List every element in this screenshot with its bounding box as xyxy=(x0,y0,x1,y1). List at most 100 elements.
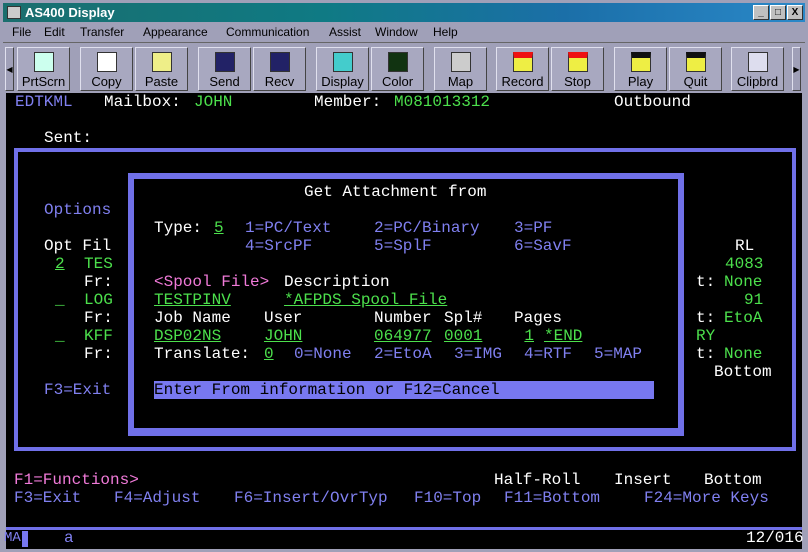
close-button[interactable]: X xyxy=(787,5,803,20)
t-label-2: t: xyxy=(696,309,716,327)
opt-input-1[interactable]: 2 xyxy=(55,255,65,273)
opt-input-3[interactable]: _ xyxy=(55,327,65,345)
dialog-title: Get Attachment from xyxy=(304,183,487,201)
stop-icon xyxy=(567,52,588,72)
member-value: M081013312 xyxy=(394,93,491,111)
color-button[interactable]: Color xyxy=(371,47,424,91)
status-mode: MA xyxy=(4,530,21,546)
prtscrn-button[interactable]: PrtScrn xyxy=(17,47,70,91)
type-option: 6=SavF xyxy=(514,237,572,255)
rl-value-3: RY xyxy=(696,327,716,345)
rl-header: RL xyxy=(735,237,755,255)
from-3: Fr: xyxy=(84,345,113,363)
description-label: Description xyxy=(284,273,390,291)
job-name-input[interactable]: DSP02NS xyxy=(154,327,254,345)
menu-transfer[interactable]: Transfer xyxy=(80,25,124,39)
menu-window[interactable]: Window xyxy=(375,25,418,39)
status-cursor xyxy=(22,531,28,547)
menu-communication[interactable]: Communication xyxy=(226,25,309,39)
description-input[interactable]: *AFPDS Spool File xyxy=(284,291,584,309)
stop-button[interactable]: Stop xyxy=(551,47,604,91)
translate-2: EtoA xyxy=(724,309,763,327)
maximize-button[interactable]: □ xyxy=(770,5,786,20)
menu-appearance[interactable]: Appearance xyxy=(143,25,208,39)
translate-option: 0=None xyxy=(294,345,352,363)
t-label-1: t: xyxy=(696,273,716,291)
from-2: Fr: xyxy=(84,309,113,327)
map-icon xyxy=(450,52,471,72)
menu-bar: File Edit Transfer Appearance Communicat… xyxy=(3,23,805,41)
play-button[interactable]: Play xyxy=(614,47,667,91)
file-2: LOG xyxy=(84,291,113,309)
display-button[interactable]: Display xyxy=(316,47,369,91)
record-icon xyxy=(512,52,533,72)
spl-input[interactable]: 0001 xyxy=(444,327,482,345)
status-input: a xyxy=(64,529,74,547)
minimize-button[interactable]: _ xyxy=(753,5,769,20)
opt-input-2[interactable]: _ xyxy=(55,291,65,309)
rl-value-2: 91 xyxy=(744,291,764,309)
clipbrd-button[interactable]: Clipbrd xyxy=(731,47,784,91)
translate-input[interactable]: 0 xyxy=(264,345,274,363)
col-job-name: Job Name xyxy=(154,309,231,327)
recv-button[interactable]: Recv xyxy=(253,47,306,91)
paste-icon xyxy=(151,52,172,72)
col-spl: Spl# xyxy=(444,309,483,327)
translate-option: 2=EtoA xyxy=(374,345,432,363)
key-f6[interactable]: F6=Insert/OvrTyp xyxy=(234,489,388,507)
map-button[interactable]: Map xyxy=(434,47,487,91)
insert-indicator: Insert xyxy=(614,471,672,489)
color-icon xyxy=(387,52,408,72)
copy-icon xyxy=(96,52,117,72)
menu-edit[interactable]: Edit xyxy=(44,25,65,39)
play-icon xyxy=(630,52,651,72)
translate-1: None xyxy=(724,273,763,291)
terminal-screen[interactable]: EDTKML Mailbox: JOHN Member: M081013312 … xyxy=(4,93,804,549)
translate-label: Translate: xyxy=(154,345,251,363)
mailbox-value: JOHN xyxy=(194,93,233,111)
translate-option: 3=IMG xyxy=(454,345,503,363)
menu-file[interactable]: File xyxy=(12,25,31,39)
record-button[interactable]: Record xyxy=(496,47,549,91)
number-input[interactable]: 064977 xyxy=(374,327,432,345)
type-option: 5=SplF xyxy=(374,237,432,255)
menu-assist[interactable]: Assist xyxy=(329,25,361,39)
key-f3[interactable]: F3=Exit xyxy=(14,489,81,507)
paste-button[interactable]: Paste xyxy=(135,47,188,91)
sent-label: Sent: xyxy=(44,129,93,147)
key-f11[interactable]: F11=Bottom xyxy=(504,489,600,507)
cursor-position: 12/016 xyxy=(746,529,804,547)
pages-input[interactable]: 1 xyxy=(494,327,534,345)
file-1: TES xyxy=(84,255,113,273)
member-label: Member: xyxy=(314,93,382,111)
send-button[interactable]: Send xyxy=(198,47,251,91)
half-roll-indicator: Half-Roll xyxy=(494,471,581,489)
key-f24[interactable]: F24=More Keys xyxy=(644,489,769,507)
type-option: 1=PC/Text xyxy=(245,219,332,237)
quit-button[interactable]: Quit xyxy=(669,47,722,91)
scroll-right-icon[interactable]: ▶ xyxy=(792,47,801,91)
dialog-message: Enter From information or F12=Cancel xyxy=(154,381,500,399)
type-label: Type: xyxy=(154,219,203,237)
section-label: <Spool File> xyxy=(154,273,270,291)
file-input[interactable]: TESTPINV xyxy=(154,291,272,309)
window-title: AS400 Display xyxy=(25,5,115,20)
printer-icon xyxy=(33,52,54,72)
key-f4[interactable]: F4=Adjust xyxy=(114,489,200,507)
pages-end-input[interactable]: *END xyxy=(544,327,582,345)
f3-exit-label: F3=Exit xyxy=(44,381,112,399)
translate-option: 5=MAP xyxy=(594,345,643,363)
send-icon xyxy=(214,52,235,72)
menu-help[interactable]: Help xyxy=(433,25,458,39)
copy-button[interactable]: Copy xyxy=(80,47,133,91)
scroll-left-icon[interactable]: ◀ xyxy=(5,47,14,91)
key-f10[interactable]: F10=Top xyxy=(414,489,481,507)
type-option: 2=PC/Binary xyxy=(374,219,480,237)
f1-functions[interactable]: F1=Functions> xyxy=(14,471,139,489)
type-input[interactable]: 5 xyxy=(214,219,224,237)
col-pages: Pages xyxy=(514,309,563,327)
right-panel xyxy=(684,166,786,436)
options-label: Options xyxy=(44,201,112,219)
user-input[interactable]: JOHN xyxy=(264,327,364,345)
status-divider xyxy=(6,527,802,530)
